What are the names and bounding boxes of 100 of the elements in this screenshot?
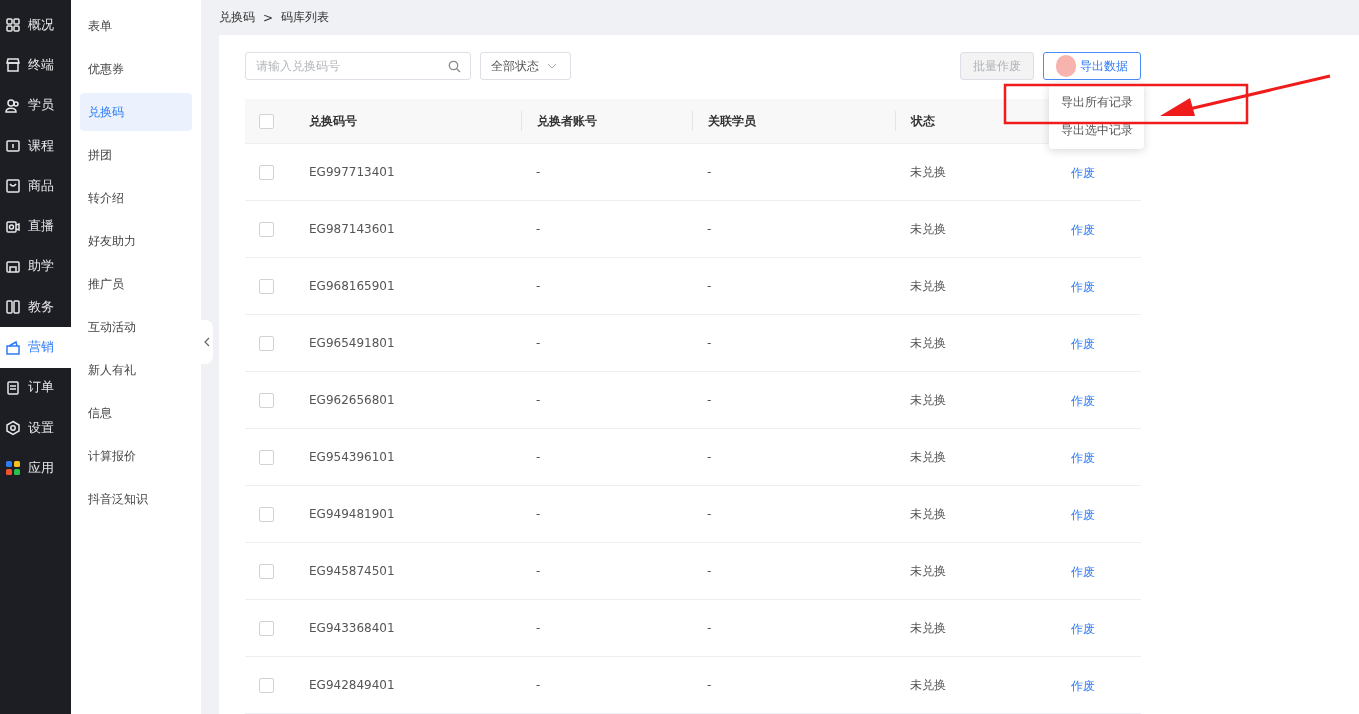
submenu-item[interactable]: 好友助力 [80, 222, 192, 260]
table-cell-text: EG968165901 [308, 279, 396, 293]
search-field[interactable]: 请输入兑换码号 [245, 52, 471, 80]
checkbox[interactable] [259, 221, 274, 237]
void-link[interactable]: 作废 [1071, 451, 1095, 465]
table-cell-text: - [706, 393, 713, 407]
search-icon [448, 60, 461, 73]
table-cell-text: EG954396101 [308, 450, 396, 464]
table-cell-text: 未兑换 [909, 163, 947, 181]
submenu-item[interactable]: 优惠券 [80, 50, 192, 88]
submenu-item[interactable]: 计算报价 [80, 437, 192, 475]
table-cell-text: - [535, 336, 542, 350]
table-cell-text: 未兑换 [909, 676, 947, 694]
table-cell-text: - [535, 393, 542, 407]
bag-icon [5, 178, 21, 195]
submenu-item[interactable]: 推广员 [80, 265, 192, 303]
nav-item[interactable]: 订单 [0, 367, 71, 408]
table-cell-text: - [535, 621, 542, 635]
table-cell-text: 未兑换 [909, 334, 947, 352]
nav-item[interactable]: 终端 [0, 45, 71, 86]
column-header: 关联学员 [692, 111, 895, 131]
checkbox[interactable] [259, 113, 274, 129]
checkbox[interactable] [259, 392, 274, 408]
submenu-item[interactable]: 转介绍 [80, 179, 192, 217]
table-cell-text: - [706, 336, 713, 350]
submenu-item[interactable]: 抖音泛知识 [80, 480, 192, 518]
checkbox[interactable] [259, 164, 274, 180]
breadcrumb-separator: > [263, 10, 274, 25]
table-cell-text: - [706, 564, 713, 578]
order-icon [5, 379, 21, 396]
table-cell-text: - [706, 165, 713, 179]
table-cell-text: - [706, 450, 713, 464]
table-cell-text: EG942849401 [308, 678, 396, 692]
nav-item[interactable]: 概况 [0, 5, 71, 46]
submenu-item[interactable]: 表单 [80, 7, 192, 45]
void-link[interactable]: 作废 [1071, 679, 1095, 693]
nav-item[interactable]: 课程 [0, 125, 71, 167]
nav-item[interactable]: 学员 [0, 85, 71, 126]
nav-item[interactable]: 营销 [0, 327, 71, 368]
grid-icon [5, 17, 21, 34]
checkbox[interactable] [259, 620, 274, 636]
table-cell-text: - [706, 222, 713, 236]
table-cell-text: - [706, 507, 713, 521]
table-cell-text: EG997713401 [308, 165, 396, 179]
gear-icon [5, 420, 21, 437]
table-cell-text: - [706, 279, 713, 293]
nav-item[interactable]: 助学 [0, 246, 71, 288]
table-cell-text: EG962656801 [308, 393, 396, 407]
table-cell-text: - [535, 279, 542, 293]
void-link[interactable]: 作废 [1071, 166, 1095, 180]
checkbox[interactable] [259, 563, 274, 579]
table-cell-text: EG945874501 [308, 564, 396, 578]
submenu-item[interactable]: 兑换码 [80, 93, 192, 131]
void-link[interactable]: 作废 [1071, 223, 1095, 237]
column-header: 兑换码号 [308, 113, 358, 130]
void-link[interactable]: 作废 [1071, 337, 1095, 351]
nav-item[interactable]: 直播 [0, 206, 71, 247]
cursor-highlight [1056, 55, 1076, 77]
submenu-item[interactable]: 互动活动 [80, 308, 192, 346]
void-link[interactable]: 作废 [1071, 565, 1095, 579]
table-cell-text: EG987143601 [308, 222, 396, 236]
nav-item[interactable]: 应用 [0, 448, 71, 489]
checkbox[interactable] [259, 335, 274, 351]
table-cell-text: EG949481901 [308, 507, 396, 521]
video-icon [5, 218, 21, 235]
table-cell-text: 未兑换 [909, 277, 947, 295]
breadcrumb-link[interactable]: 兑换码 [219, 9, 255, 26]
users-icon [5, 97, 21, 114]
submenu-item[interactable]: 新人有礼 [80, 351, 192, 389]
submenu-item[interactable]: 信息 [80, 394, 192, 432]
table-cell-text: - [535, 165, 542, 179]
table-cell-text: - [535, 678, 542, 692]
table-cell-text: - [706, 621, 713, 635]
void-link[interactable]: 作废 [1071, 508, 1095, 522]
checkbox[interactable] [259, 506, 274, 522]
caret-icon [547, 63, 557, 69]
chevron-left-icon [204, 337, 210, 347]
export-button[interactable]: 导出数据 [1043, 52, 1141, 80]
void-link[interactable]: 作废 [1071, 622, 1095, 636]
ticket-icon [5, 339, 21, 356]
nav-item[interactable]: 教务 [0, 287, 71, 328]
table-cell-text: 未兑换 [909, 619, 947, 637]
status-select[interactable]: 全部状态 [480, 52, 571, 80]
table-cell-text: - [535, 222, 542, 236]
store-icon [5, 57, 21, 74]
course-icon [5, 138, 21, 155]
void-link[interactable]: 作废 [1071, 280, 1095, 294]
collapse-handle[interactable] [201, 320, 213, 364]
table-cell-text: - [535, 450, 542, 464]
table-cell-text: 未兑换 [909, 505, 947, 523]
table-cell-text: EG965491801 [308, 336, 396, 350]
table-cell-text: - [535, 564, 542, 578]
submenu-item[interactable]: 拼团 [80, 136, 192, 174]
table-cell-text: EG943368401 [308, 621, 396, 635]
checkbox[interactable] [259, 449, 274, 465]
checkbox[interactable] [259, 677, 274, 693]
nav-item[interactable]: 设置 [0, 407, 71, 449]
void-link[interactable]: 作废 [1071, 394, 1095, 408]
checkbox[interactable] [259, 278, 274, 294]
nav-item[interactable]: 商品 [0, 166, 71, 207]
